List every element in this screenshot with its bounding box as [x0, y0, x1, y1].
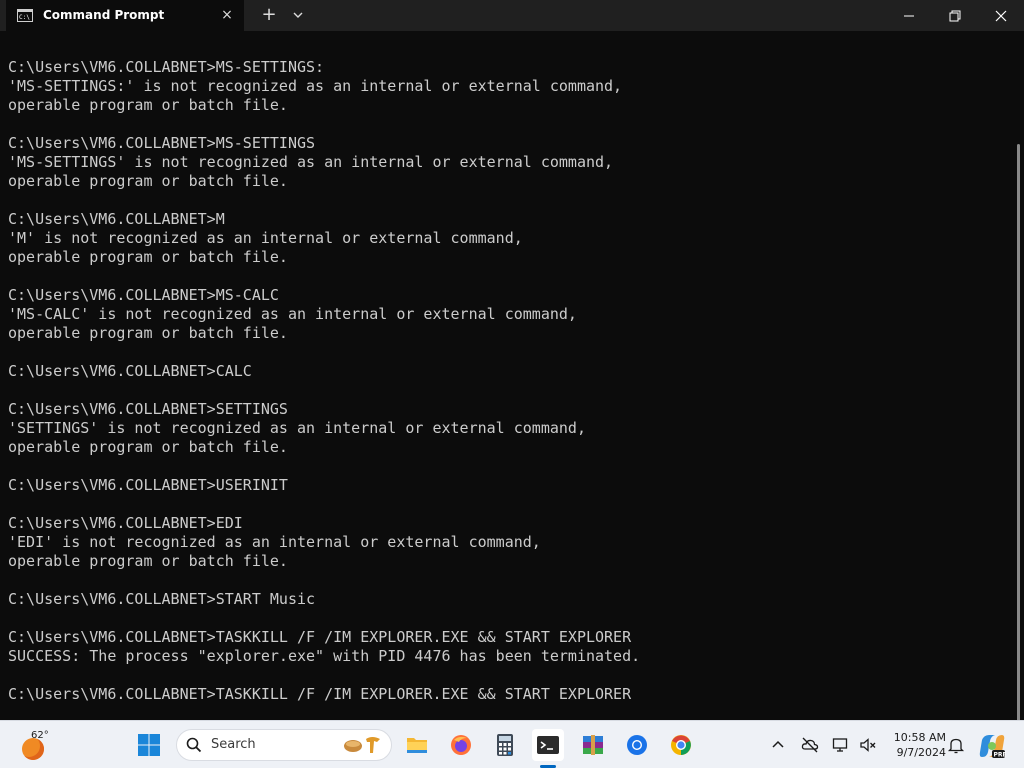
- weather-temperature: 62°: [31, 730, 49, 741]
- tab-command-prompt[interactable]: C:\ Command Prompt ×: [6, 0, 244, 31]
- svg-text:PRE: PRE: [994, 752, 1007, 759]
- search-highlight-icon: [344, 737, 380, 753]
- terminal-line: 'MS-CALC' is not recognized as an intern…: [8, 305, 577, 323]
- terminal-line: 'MS-SETTINGS:' is not recognized as an i…: [8, 77, 623, 95]
- terminal-line: C:\Users\VM6.COLLABNET>MS-CALC: [8, 286, 279, 304]
- terminal-line: C:\Users\VM6.COLLABNET>TASKKILL /F /IM E…: [8, 685, 632, 703]
- close-window-button[interactable]: [978, 0, 1024, 31]
- file-explorer-icon: [407, 738, 427, 753]
- chrome-canary-icon: [671, 735, 691, 755]
- restore-icon: [949, 10, 961, 22]
- minimize-button[interactable]: [886, 0, 932, 31]
- terminal-area[interactable]: C:\Users\VM6.COLLABNET>MS-SETTINGS: 'MS-S…: [0, 31, 1014, 720]
- title-bar: C:\ Command Prompt × +: [0, 0, 1024, 31]
- restore-button[interactable]: [932, 0, 978, 31]
- terminal-line: SUCCESS: The process "explorer.exe" with…: [8, 647, 641, 665]
- close-tab-button[interactable]: ×: [218, 6, 236, 24]
- taskbar-winrar[interactable]: [577, 729, 609, 761]
- taskbar-firefox[interactable]: [445, 729, 477, 761]
- terminal-line: operable program or batch file.: [8, 324, 288, 342]
- clock-time: 10:58 AM: [893, 731, 946, 744]
- terminal-line: 'MS-SETTINGS' is not recognized as an in…: [8, 153, 614, 171]
- terminal-line: 'M' is not recognized as an internal or …: [8, 229, 523, 247]
- terminal-line: C:\Users\VM6.COLLABNET>EDI: [8, 514, 243, 532]
- search-placeholder: Search: [211, 737, 256, 752]
- bell-icon: [947, 738, 965, 754]
- terminal-output[interactable]: C:\Users\VM6.COLLABNET>MS-SETTINGS: 'MS-S…: [8, 58, 640, 704]
- tab-dropdown-button[interactable]: [289, 5, 307, 25]
- terminal-line: C:\Users\VM6.COLLABNET>MS-SETTINGS: [8, 134, 316, 152]
- new-tab-button[interactable]: +: [258, 4, 280, 26]
- show-hidden-icons-button[interactable]: [767, 734, 789, 756]
- terminal-line: C:\Users\VM6.COLLABNET>M: [8, 210, 225, 228]
- terminal-line: operable program or batch file.: [8, 172, 288, 190]
- cloud-offline-icon: [801, 737, 819, 753]
- display-icon: [832, 738, 848, 752]
- scrollbar-thumb[interactable]: [1017, 144, 1020, 732]
- chevron-down-icon: [293, 12, 303, 18]
- terminal-line: operable program or batch file.: [8, 552, 288, 570]
- winrar-icon: [583, 735, 603, 755]
- weather-sun-icon: [22, 738, 44, 760]
- terminal-line: C:\Users\VM6.COLLABNET>SETTINGS: [8, 400, 288, 418]
- terminal-line: operable program or batch file.: [8, 248, 288, 266]
- terminal-line: C:\Users\VM6.COLLABNET>MS-SETTINGS:: [8, 58, 325, 76]
- terminal-line: C:\Users\VM6.COLLABNET>USERINIT: [8, 476, 288, 494]
- cmd-icon: C:\: [17, 9, 33, 22]
- taskbar-chrome-canary[interactable]: [665, 729, 697, 761]
- close-icon: [995, 10, 1007, 22]
- terminal-line: operable program or batch file.: [8, 438, 288, 456]
- chevron-up-icon: [772, 740, 784, 748]
- tray-display[interactable]: [830, 734, 852, 756]
- notifications-button[interactable]: [945, 734, 967, 756]
- taskbar-file-explorer[interactable]: [401, 729, 433, 761]
- terminal-line: operable program or batch file.: [8, 96, 288, 114]
- clock-date: 9/7/2024: [896, 746, 946, 759]
- windows-start-icon: [138, 734, 160, 756]
- start-button[interactable]: [133, 729, 165, 761]
- terminal-line: 'EDI' is not recognized as an internal o…: [8, 533, 541, 551]
- tab-title: Command Prompt: [43, 8, 165, 22]
- vertical-scrollbar[interactable]: [1014, 31, 1024, 732]
- terminal-line: C:\Users\VM6.COLLABNET>CALC: [8, 362, 252, 380]
- svg-text:C:\: C:\: [19, 14, 30, 21]
- calculator-icon: [497, 734, 513, 756]
- taskbar-calculator[interactable]: [489, 729, 521, 761]
- taskbar: 62° Search 10:58 AM 9/7/2024 PRE: [0, 720, 1024, 768]
- tray-cloud[interactable]: [799, 734, 821, 756]
- taskbar-search-box[interactable]: Search: [176, 729, 392, 761]
- taskbar-chrome[interactable]: [621, 729, 653, 761]
- terminal-line: C:\Users\VM6.COLLABNET>START Music: [8, 590, 316, 608]
- terminal-line: 'SETTINGS' is not recognized as an inter…: [8, 419, 586, 437]
- weather-widget[interactable]: 62°: [18, 730, 68, 764]
- taskbar-terminal[interactable]: [532, 729, 564, 761]
- volume-muted-icon: [860, 738, 876, 752]
- minimize-icon: [904, 15, 914, 17]
- search-icon: [186, 737, 202, 753]
- taskbar-clock[interactable]: 10:58 AM 9/7/2024: [884, 730, 946, 760]
- tray-volume[interactable]: [857, 734, 879, 756]
- terminal-line: C:\Users\VM6.COLLABNET>TASKKILL /F /IM E…: [8, 628, 632, 646]
- copilot-button[interactable]: PRE: [978, 732, 1007, 760]
- firefox-icon: [451, 735, 471, 755]
- terminal-icon: [537, 736, 559, 754]
- copilot-icon: PRE: [979, 735, 1007, 759]
- chrome-icon: [627, 735, 647, 755]
